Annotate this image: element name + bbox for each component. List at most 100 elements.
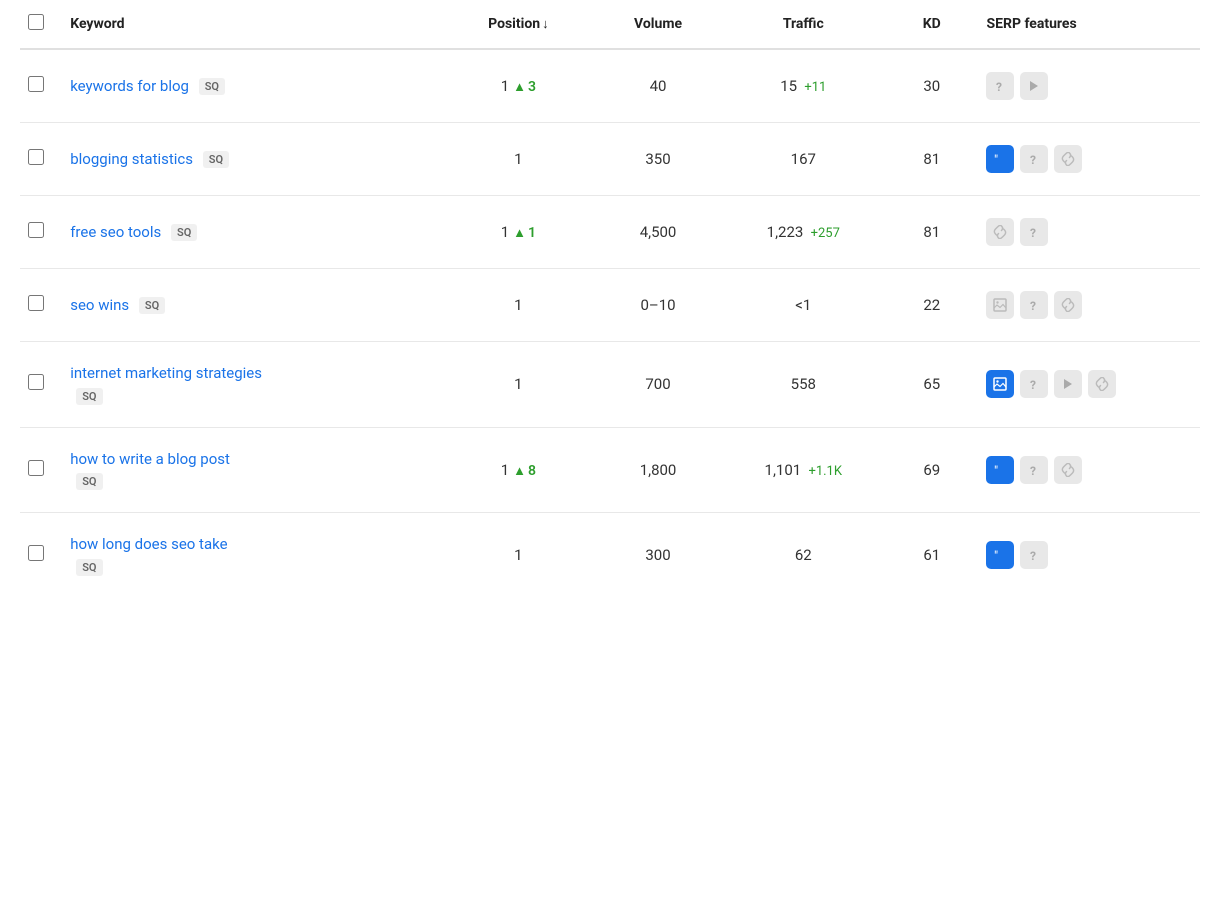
row-checkbox-cell — [20, 427, 60, 513]
kd-value: 81 — [923, 150, 940, 168]
position-change: 8 — [528, 463, 536, 479]
row-checkbox[interactable] — [28, 149, 44, 165]
faq-icon[interactable]: ? — [1020, 541, 1048, 569]
serp-cell: ? — [976, 342, 1200, 428]
svg-text:": " — [994, 464, 998, 477]
kd-cell: 81 — [887, 196, 976, 269]
row-checkbox[interactable] — [28, 295, 44, 311]
kd-value: 61 — [923, 546, 940, 564]
sq-badge: SQ — [139, 297, 165, 314]
featured-snippet-icon[interactable]: " — [986, 456, 1014, 484]
sitelinks-icon[interactable] — [986, 218, 1014, 246]
svg-text:": " — [994, 549, 998, 562]
faq-icon[interactable]: ? — [1020, 218, 1048, 246]
traffic-cell: 167 — [719, 123, 887, 196]
featured-snippet-icon[interactable]: ? — [986, 72, 1014, 100]
keyword-link[interactable]: how to write a blog post — [70, 450, 230, 468]
svg-text:?: ? — [1030, 226, 1036, 239]
position-change: 1 — [528, 225, 536, 241]
sq-badge: SQ — [76, 559, 102, 576]
kd-value: 30 — [923, 77, 940, 95]
row-checkbox-cell — [20, 513, 60, 598]
keyword-cell: internet marketing strategies SQ — [60, 342, 440, 428]
keyword-link[interactable]: how long does seo take — [70, 535, 227, 553]
image-pack-icon[interactable] — [986, 291, 1014, 319]
svg-text:?: ? — [1030, 299, 1036, 312]
serp-column-header: SERP features — [976, 0, 1200, 49]
table-row: how long does seo take SQ 13006261 " ? — [20, 513, 1200, 598]
featured-snippet-icon[interactable]: " — [986, 145, 1014, 173]
keyword-cell: how to write a blog post SQ — [60, 427, 440, 513]
volume-value: 700 — [645, 375, 670, 393]
svg-text:?: ? — [1030, 549, 1036, 562]
serp-cell: " ? — [976, 513, 1200, 598]
video-icon[interactable] — [1020, 72, 1048, 100]
traffic-plus: +11 — [801, 80, 826, 95]
position-cell: 1▲1 — [440, 196, 596, 269]
sitelinks-icon[interactable] — [1054, 145, 1082, 173]
volume-cell: 300 — [597, 513, 720, 598]
keyword-column-header: Keyword — [60, 0, 440, 49]
faq-icon[interactable]: ? — [1020, 291, 1048, 319]
traffic-cell: 15 +11 — [719, 49, 887, 123]
traffic-cell: 1,223 +257 — [719, 196, 887, 269]
sitelinks-icon[interactable] — [1088, 370, 1116, 398]
sort-icon: ↓ — [542, 17, 549, 32]
faq-icon[interactable]: ? — [1020, 456, 1048, 484]
kd-value: 81 — [923, 223, 940, 241]
sq-badge: SQ — [199, 78, 225, 95]
position-cell: 1 — [440, 123, 596, 196]
row-checkbox[interactable] — [28, 460, 44, 476]
volume-cell: 1,800 — [597, 427, 720, 513]
table-row: blogging statistics SQ 1 350 167 81 " ? — [20, 123, 1200, 196]
position-cell: 1 — [440, 269, 596, 342]
keyword-link[interactable]: internet marketing strategies — [70, 364, 262, 382]
volume-cell: 700 — [597, 342, 720, 428]
keyword-link[interactable]: blogging statistics — [70, 150, 193, 168]
volume-value: 1,800 — [640, 461, 677, 479]
select-all-checkbox[interactable] — [28, 14, 44, 30]
sitelinks-icon[interactable] — [1054, 291, 1082, 319]
table-row: seo wins SQ 10–10<122 ? — [20, 269, 1200, 342]
position-value: 1 — [514, 296, 522, 314]
row-checkbox-cell — [20, 342, 60, 428]
keyword-link[interactable]: free seo tools — [70, 223, 161, 241]
serp-cell: " ? — [976, 427, 1200, 513]
volume-cell: 40 — [597, 49, 720, 123]
row-checkbox[interactable] — [28, 222, 44, 238]
video-icon[interactable] — [1054, 370, 1082, 398]
row-checkbox-cell — [20, 49, 60, 123]
sq-badge: SQ — [203, 151, 229, 168]
image-pack-icon[interactable] — [986, 370, 1014, 398]
row-checkbox-cell — [20, 269, 60, 342]
volume-value: 350 — [645, 150, 670, 168]
position-value: 1 — [514, 150, 522, 168]
featured-snippet-icon[interactable]: " — [986, 541, 1014, 569]
keyword-link[interactable]: keywords for blog — [70, 77, 189, 95]
volume-cell: 350 — [597, 123, 720, 196]
sq-badge: SQ — [171, 224, 197, 241]
row-checkbox[interactable] — [28, 76, 44, 92]
traffic-plus: +1.1K — [805, 464, 842, 479]
position-column-header[interactable]: Position↓ — [440, 0, 596, 49]
faq-icon[interactable]: ? — [1020, 145, 1048, 173]
sitelinks-icon[interactable] — [1054, 456, 1082, 484]
volume-column-header: Volume — [597, 0, 720, 49]
row-checkbox[interactable] — [28, 545, 44, 561]
traffic-value: 558 — [791, 375, 816, 393]
row-checkbox[interactable] — [28, 374, 44, 390]
kd-cell: 65 — [887, 342, 976, 428]
position-cell: 1▲8 — [440, 427, 596, 513]
serp-cell: " ? — [976, 123, 1200, 196]
faq-icon[interactable]: ? — [1020, 370, 1048, 398]
position-arrow: ▲ — [513, 226, 526, 241]
row-checkbox-cell — [20, 196, 60, 269]
kd-cell: 30 — [887, 49, 976, 123]
table-row: keywords for blog SQ 1▲34015 +1130 ? — [20, 49, 1200, 123]
position-value: 1 — [514, 375, 522, 393]
kd-cell: 61 — [887, 513, 976, 598]
position-cell: 1 — [440, 342, 596, 428]
keyword-link[interactable]: seo wins — [70, 296, 129, 314]
sq-badge: SQ — [76, 388, 102, 405]
serp-icons-group: ? — [986, 291, 1190, 319]
